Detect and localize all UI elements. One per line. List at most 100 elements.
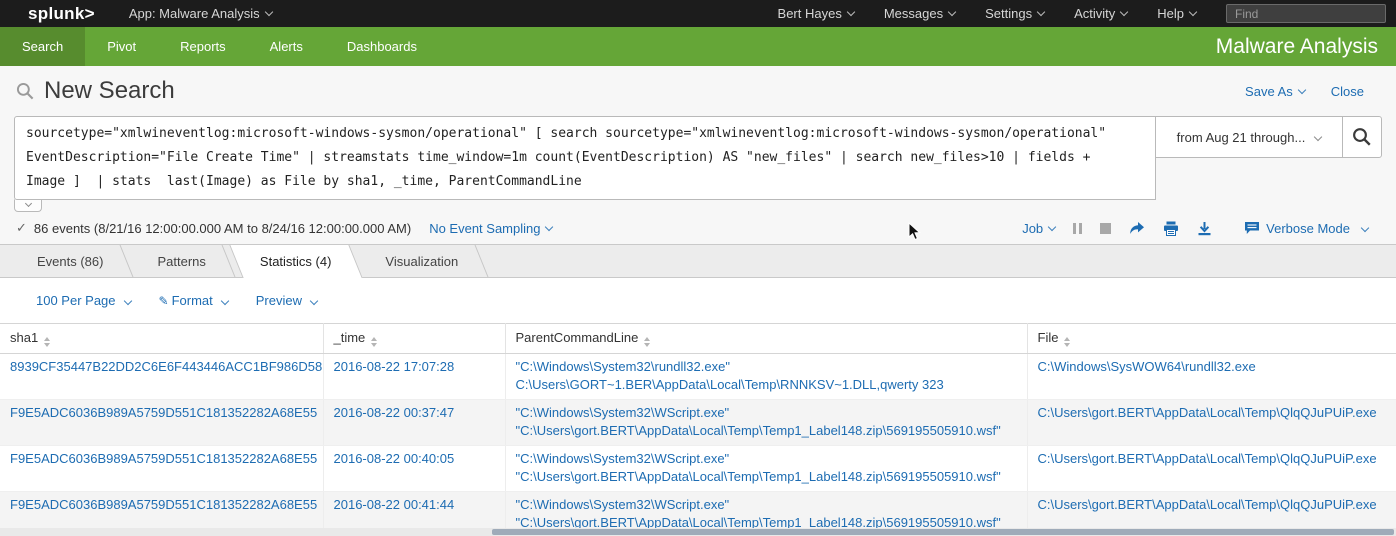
print-button[interactable] xyxy=(1163,221,1179,236)
search-icon xyxy=(16,82,35,101)
nav-item-dashboards[interactable]: Dashboards xyxy=(325,27,439,66)
chevron-down-icon xyxy=(1048,222,1056,230)
time-value[interactable]: 2016-08-22 00:41:44 xyxy=(334,496,495,514)
save-as-button[interactable]: Save As xyxy=(1245,84,1305,99)
chevron-down-icon xyxy=(310,296,318,304)
results-table: sha1 _time ParentCommandLine File 8939CF… xyxy=(0,323,1396,536)
sha1-value[interactable]: 8939CF35447B22DD2C6E6F443446ACC1BF986D58 xyxy=(10,358,313,376)
chevron-down-icon xyxy=(264,8,272,16)
query-line: Image ] | stats last(Image) as File by s… xyxy=(26,170,1144,194)
search-query-input[interactable]: sourcetype="xmlwineventlog:microsoft-win… xyxy=(14,116,1156,200)
splunk-logo-caret-icon: > xyxy=(85,4,95,23)
file-value[interactable]: C:\Users\gort.BERT\AppData\Local\Temp\Ql… xyxy=(1038,404,1387,422)
user-menu[interactable]: Bert Hayes xyxy=(778,6,854,21)
chevron-down-icon xyxy=(1037,8,1045,16)
search-bar-expand-toggle[interactable] xyxy=(14,199,42,212)
search-icon xyxy=(1352,127,1372,147)
sha1-value[interactable]: F9E5ADC6036B989A5759D551C181352282A68E55 xyxy=(10,404,313,422)
job-status-bar: ✓ 86 events (8/21/16 12:00:00.000 AM to … xyxy=(0,212,1396,245)
help-menu[interactable]: Help xyxy=(1157,6,1196,21)
sort-icon xyxy=(371,337,377,347)
settings-menu[interactable]: Settings xyxy=(985,6,1044,21)
splunk-logo[interactable]: splunk> xyxy=(28,4,95,24)
search-submit-button[interactable] xyxy=(1342,116,1382,158)
query-line: EventDescription="File Create Time" | st… xyxy=(26,146,1144,170)
file-value[interactable]: C:\Users\gort.BERT\AppData\Local\Temp\Ql… xyxy=(1038,450,1387,468)
sha1-value[interactable]: F9E5ADC6036B989A5759D551C181352282A68E55 xyxy=(10,450,313,468)
table-row: F9E5ADC6036B989A5759D551C181352282A68E55… xyxy=(0,400,1396,446)
nav-item-pivot[interactable]: Pivot xyxy=(85,27,158,66)
search-header: New Search Save As Close xyxy=(0,66,1396,116)
nav-item-reports[interactable]: Reports xyxy=(158,27,248,66)
results-toolbar: 100 Per Page ✎Format Preview xyxy=(0,278,1396,323)
table-row: 8939CF35447B22DD2C6E6F443446ACC1BF986D58… xyxy=(0,354,1396,400)
preview-menu[interactable]: Preview xyxy=(256,293,317,308)
top-bar: splunk> App: Malware Analysis Bert Hayes… xyxy=(0,0,1396,27)
speech-bubble-icon xyxy=(1244,221,1260,235)
messages-menu[interactable]: Messages xyxy=(884,6,955,21)
file-value[interactable]: C:\Users\gort.BERT\AppData\Local\Temp\Ql… xyxy=(1038,496,1387,514)
per-page-menu[interactable]: 100 Per Page xyxy=(36,293,131,308)
horizontal-scrollbar xyxy=(0,528,1396,536)
print-icon xyxy=(1163,221,1179,236)
chevron-down-icon xyxy=(948,8,956,16)
column-header-sha1[interactable]: sha1 xyxy=(0,324,323,354)
column-header-parentcommandline[interactable]: ParentCommandLine xyxy=(505,324,1027,354)
job-menu[interactable]: Job xyxy=(1022,221,1055,236)
query-line: sourcetype="xmlwineventlog:microsoft-win… xyxy=(26,122,1144,146)
results-tab-bar: Events (86) Patterns Statistics (4) Visu… xyxy=(0,245,1396,278)
horizontal-scrollbar-thumb[interactable] xyxy=(492,529,1394,535)
search-bar-area: sourcetype="xmlwineventlog:microsoft-win… xyxy=(0,116,1396,212)
export-button[interactable] xyxy=(1197,221,1212,236)
parentcommandline-value[interactable]: "C:\Windows\System32\WScript.exe" xyxy=(516,404,1017,422)
pause-button[interactable] xyxy=(1073,223,1082,234)
event-sampling-menu[interactable]: No Event Sampling xyxy=(429,221,552,236)
job-done-check-icon: ✓ xyxy=(16,220,27,236)
chevron-down-icon xyxy=(1120,8,1128,16)
time-value[interactable]: 2016-08-22 00:40:05 xyxy=(334,450,495,468)
find-input[interactable] xyxy=(1226,4,1386,23)
events-summary: 86 events (8/21/16 12:00:00.000 AM to 8/… xyxy=(34,221,411,236)
pencil-icon: ✎ xyxy=(159,294,169,308)
column-header-file[interactable]: File xyxy=(1027,324,1396,354)
parentcommandline-value[interactable]: "C:\Users\gort.BERT\AppData\Local\Temp\T… xyxy=(516,422,1017,440)
chevron-down-icon xyxy=(1314,133,1322,141)
close-button[interactable]: Close xyxy=(1331,84,1364,99)
table-row: F9E5ADC6036B989A5759D551C181352282A68E55… xyxy=(0,446,1396,492)
tab-events[interactable]: Events (86) xyxy=(10,245,130,277)
chevron-down-icon xyxy=(545,222,553,230)
app-nav-bar: Search Pivot Reports Alerts Dashboards M… xyxy=(0,27,1396,66)
sha1-value[interactable]: F9E5ADC6036B989A5759D551C181352282A68E55 xyxy=(10,496,313,514)
tab-visualization[interactable]: Visualization xyxy=(358,245,485,277)
parentcommandline-value[interactable]: "C:\Windows\System32\rundll32.exe" xyxy=(516,358,1017,376)
parentcommandline-value[interactable]: C:\Users\GORT~1.BER\AppData\Local\Temp\R… xyxy=(516,376,1017,394)
app-menu[interactable]: App: Malware Analysis xyxy=(129,6,272,21)
search-mode-menu[interactable]: Verbose Mode xyxy=(1244,221,1368,236)
time-value[interactable]: 2016-08-22 00:37:47 xyxy=(334,404,495,422)
chevron-down-icon xyxy=(1298,85,1306,93)
parentcommandline-value[interactable]: "C:\Windows\System32\WScript.exe" xyxy=(516,496,1017,514)
format-menu[interactable]: ✎Format xyxy=(159,293,228,308)
time-value[interactable]: 2016-08-22 17:07:28 xyxy=(334,358,495,376)
sort-icon xyxy=(44,337,50,347)
nav-item-search[interactable]: Search xyxy=(0,27,85,66)
sort-icon xyxy=(1064,337,1070,347)
download-icon xyxy=(1197,221,1212,236)
column-header-time[interactable]: _time xyxy=(323,324,505,354)
nav-item-alerts[interactable]: Alerts xyxy=(248,27,325,66)
parentcommandline-value[interactable]: "C:\Windows\System32\WScript.exe" xyxy=(516,450,1017,468)
activity-menu[interactable]: Activity xyxy=(1074,6,1127,21)
tab-statistics[interactable]: Statistics (4) xyxy=(233,245,359,277)
time-range-picker[interactable]: from Aug 21 through... xyxy=(1155,116,1343,158)
sort-icon xyxy=(644,337,650,347)
chevron-down-icon xyxy=(221,296,229,304)
chevron-down-icon xyxy=(1361,224,1369,232)
stop-button[interactable] xyxy=(1100,223,1111,234)
parentcommandline-value[interactable]: "C:\Users\gort.BERT\AppData\Local\Temp\T… xyxy=(516,468,1017,486)
chevron-down-icon xyxy=(1189,8,1197,16)
share-button[interactable] xyxy=(1129,221,1145,236)
app-title: Malware Analysis xyxy=(1216,35,1378,59)
file-value[interactable]: C:\Windows\SysWOW64\rundll32.exe xyxy=(1038,358,1387,376)
tab-patterns[interactable]: Patterns xyxy=(130,245,232,277)
chevron-down-icon xyxy=(24,200,31,207)
